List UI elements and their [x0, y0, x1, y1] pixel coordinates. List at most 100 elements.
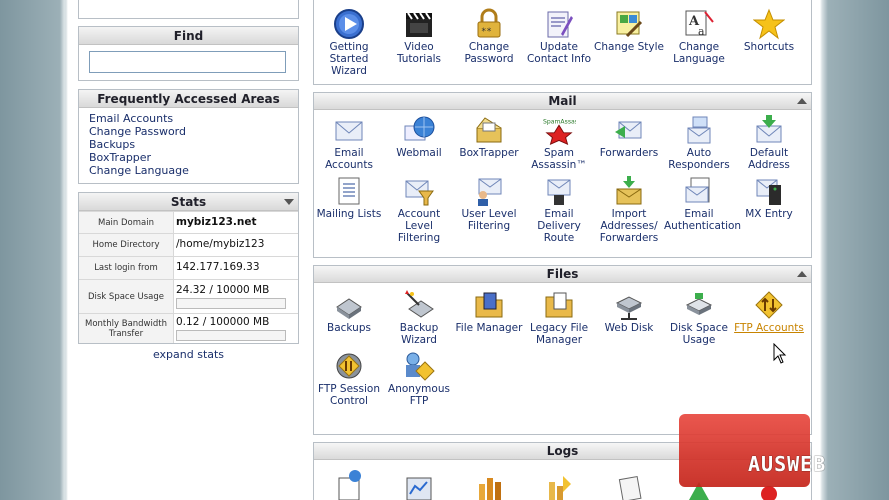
item-label: Forwarders — [599, 147, 659, 159]
item-logs-1[interactable] — [314, 468, 384, 500]
stats-label: Home Directory — [79, 234, 173, 256]
stats-value-cell: 24.32 / 10000 MB — [173, 280, 298, 313]
item-mailing-lists[interactable]: Mailing Lists — [314, 175, 384, 244]
item-label: Spam Assassin™ — [531, 147, 587, 171]
find-input[interactable] — [89, 51, 286, 73]
email-auth-icon — [682, 175, 716, 207]
stats-row-last-login: Last login from 142.177.169.33 — [79, 256, 298, 279]
frequently-accessed-title: Frequently Accessed Areas — [79, 90, 298, 108]
item-auto-responders[interactable]: Auto Responders — [664, 114, 734, 171]
item-backups[interactable]: Backups — [314, 289, 384, 346]
item-logs-3[interactable] — [454, 468, 524, 500]
stats-box: Stats Main Domain mybiz123.net Home Dire… — [78, 192, 299, 344]
item-anonymous-ftp[interactable]: Anonymous FTP — [384, 350, 454, 407]
frequently-accessed-list: Email Accounts Change Password Backups B… — [79, 108, 298, 183]
boxtrapper-icon — [472, 114, 506, 146]
mailing-list-icon — [332, 175, 366, 207]
item-import-addresses-forwarders[interactable]: Import Addresses/ Forwarders — [594, 175, 664, 244]
item-web-disk[interactable]: Web Disk — [594, 289, 664, 346]
disk-usage-icon — [682, 289, 716, 321]
item-spam-assassin[interactable]: SpamAssassin Spam Assassin™ — [524, 114, 594, 171]
item-change-language[interactable]: Aa Change Language — [664, 8, 734, 77]
item-forwarders[interactable]: Forwarders — [594, 114, 664, 171]
anonymous-ftp-icon — [402, 350, 436, 382]
svg-text:SpamAssassin: SpamAssassin — [543, 118, 576, 125]
item-label: BoxTrapper — [459, 147, 519, 159]
item-label: Change Password — [464, 41, 514, 65]
item-label: Email Accounts — [325, 147, 373, 171]
item-email-authentication[interactable]: Email Authentication — [664, 175, 741, 244]
item-email-accounts[interactable]: Email Accounts — [314, 114, 384, 171]
item-label: Disk Space Usage — [670, 322, 728, 346]
item-label: FTP Session Control — [317, 383, 380, 407]
mail-panel-header[interactable]: Mail — [314, 93, 811, 110]
item-label: Default Address — [748, 147, 790, 171]
item-user-level-filtering[interactable]: User Level Filtering — [454, 175, 524, 244]
item-label: Email Delivery Route — [537, 208, 581, 244]
item-ftp-session-control[interactable]: FTP Session Control — [314, 350, 384, 407]
item-account-level-filtering[interactable]: Account Level Filtering — [384, 175, 454, 244]
item-video-tutorials[interactable]: Video Tutorials — [384, 8, 454, 77]
item-file-manager[interactable]: File Manager — [454, 289, 524, 346]
bar-chart-icon — [472, 468, 506, 500]
item-logs-5[interactable] — [594, 468, 664, 500]
item-update-contact-info[interactable]: Update Contact Info — [524, 8, 594, 77]
style-palette-icon — [612, 8, 646, 40]
item-change-password[interactable]: ** Change Password — [454, 8, 524, 77]
stats-chart-icon — [542, 468, 576, 500]
item-change-style[interactable]: Change Style — [594, 8, 664, 77]
faa-link-change-password[interactable]: Change Password — [89, 125, 288, 138]
files-panel-header[interactable]: Files — [314, 266, 811, 283]
find-body — [79, 45, 298, 80]
item-label: Video Tutorials — [396, 41, 442, 65]
collapse-up-icon[interactable] — [797, 98, 807, 104]
stats-label: Monthly Bandwidth Transfer — [79, 314, 173, 343]
find-box: Find — [78, 26, 299, 81]
item-boxtrapper[interactable]: BoxTrapper — [454, 114, 524, 171]
stats-value: /home/mybiz123 — [173, 234, 298, 256]
ausweb-watermark-text: AUSWEB — [748, 452, 827, 476]
item-backup-wizard[interactable]: Backup Wizard — [384, 289, 454, 346]
faa-link-change-language[interactable]: Change Language — [89, 164, 288, 177]
mx-entry-icon — [752, 175, 786, 207]
stats-value-cell: 0.12 / 100000 MB — [173, 314, 298, 343]
mouse-pointer-icon — [773, 342, 787, 368]
auto-responder-icon — [682, 114, 716, 146]
item-label: Backups — [327, 322, 371, 334]
faa-link-backups[interactable]: Backups — [89, 138, 288, 151]
item-shortcuts[interactable]: Shortcuts — [734, 8, 804, 77]
item-mx-entry[interactable]: MX Entry — [734, 175, 804, 244]
sidebar: Find Frequently Accessed Areas Email Acc… — [78, 0, 299, 361]
item-ftp-accounts[interactable]: FTP Accounts — [734, 289, 804, 346]
item-label: Shortcuts — [743, 41, 795, 53]
find-title: Find — [79, 27, 298, 45]
ftp-accounts-icon — [752, 289, 786, 321]
faa-link-email-accounts[interactable]: Email Accounts — [89, 112, 288, 125]
spamassassin-icon: SpamAssassin — [542, 114, 576, 146]
legacy-folder-icon — [542, 289, 576, 321]
item-label: Change Language — [673, 41, 725, 65]
collapse-arrow-icon[interactable] — [284, 199, 294, 205]
padlock-icon: ** — [472, 8, 506, 40]
default-address-icon — [752, 114, 786, 146]
logs-panel-title: Logs — [546, 444, 579, 458]
faa-link-boxtrapper[interactable]: BoxTrapper — [89, 151, 288, 164]
item-label: Account Level Filtering — [397, 208, 441, 244]
item-getting-started-wizard[interactable]: Getting Started Wizard — [314, 8, 384, 77]
stats-title[interactable]: Stats — [79, 193, 298, 211]
expand-stats-link[interactable]: expand stats — [153, 348, 224, 361]
envelope-icon — [332, 114, 366, 146]
item-disk-space-usage[interactable]: Disk Space Usage — [664, 289, 734, 346]
item-logs-4[interactable] — [524, 468, 594, 500]
collapse-up-icon[interactable] — [797, 271, 807, 277]
item-email-delivery-route[interactable]: Email Delivery Route — [524, 175, 594, 244]
stats-row-home-directory: Home Directory /home/mybiz123 — [79, 233, 298, 256]
item-default-address[interactable]: Default Address — [734, 114, 804, 171]
item-logs-2[interactable] — [384, 468, 454, 500]
item-webmail[interactable]: Webmail — [384, 114, 454, 171]
item-label: Anonymous FTP — [388, 383, 450, 407]
item-legacy-file-manager[interactable]: Legacy File Manager — [524, 289, 594, 346]
stats-label: Last login from — [79, 257, 173, 279]
mail-panel: Mail Email Accounts Webmail BoxTrapper S… — [313, 92, 812, 258]
forward-envelope-icon — [612, 114, 646, 146]
